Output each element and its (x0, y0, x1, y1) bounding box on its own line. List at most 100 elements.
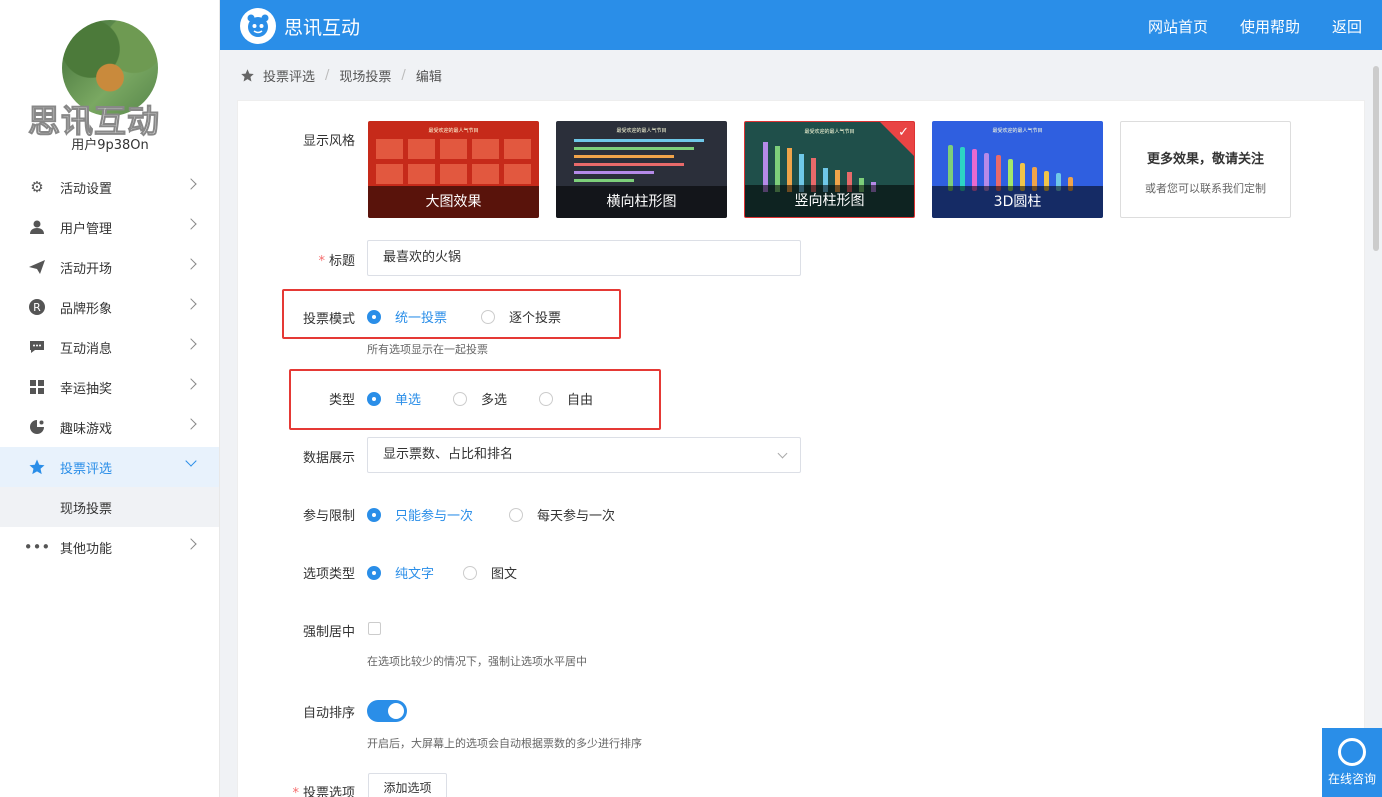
registered-icon: R (28, 298, 46, 316)
user-icon (28, 218, 46, 236)
sidebar-item-lucky-draw[interactable]: 幸运抽奖 (0, 367, 219, 407)
chevron-right-icon (185, 218, 197, 230)
breadcrumb-separator: / (401, 68, 406, 83)
center-label: 强制居中 (302, 625, 355, 640)
mini-grid (376, 139, 531, 187)
mode-radio-individual[interactable]: 逐个投票 (481, 307, 561, 326)
option-type-radio-image-text[interactable]: 图文 (463, 563, 517, 582)
sort-hint: 开启后，大屏幕上的选项会自动根据票数的多少进行排序 (367, 737, 642, 750)
chat-icon (28, 338, 46, 356)
required-mark: * (292, 786, 299, 797)
sort-label: 自动排序 (302, 706, 355, 721)
nav-home-link[interactable]: 网站首页 (1148, 16, 1208, 37)
display-select-value: 显示票数、占比和排名 (383, 447, 514, 462)
check-icon: ✓ (898, 125, 909, 140)
top-header: 思讯互动 网站首页 使用帮助 返回 (220, 0, 1382, 50)
style-option-horizontal-bar[interactable]: 最受欢迎的最人气节目 横向柱形图 (556, 121, 727, 218)
header-nav: 网站首页 使用帮助 返回 (1148, 16, 1362, 37)
sidebar: 思讯互动 用户9p38On ⚙ 活动设置 用户管理 活动开场 R 品牌形象 互动… (0, 0, 220, 797)
option-type-radio-text[interactable]: 纯文字 (367, 563, 434, 582)
nav-back-link[interactable]: 返回 (1332, 16, 1362, 37)
type-radio-multiple[interactable]: 多选 (453, 389, 507, 408)
limit-radio-daily[interactable]: 每天参与一次 (509, 505, 615, 524)
breadcrumb-item[interactable]: 现场投票 (339, 66, 391, 85)
chevron-right-icon (185, 418, 197, 430)
style-option-big-image[interactable]: 最受欢迎的最人气节目 大图效果 (368, 121, 539, 218)
more-effects-title: 更多效果，敬请关注 (1146, 152, 1264, 167)
sidebar-item-voting[interactable]: 投票评选 (0, 447, 219, 487)
sidebar-item-label: 互动消息 (60, 341, 113, 357)
scrollbar-thumb[interactable] (1373, 66, 1379, 251)
option-type-label: 选项类型 (302, 567, 355, 582)
title-input[interactable]: 最喜欢的火锅 (367, 240, 801, 276)
display-label: 数据展示 (302, 451, 355, 466)
type-radio-single[interactable]: 单选 (367, 389, 421, 408)
add-option-button[interactable]: 添加选项 (368, 773, 447, 797)
sidebar-item-label: 用户管理 (60, 221, 113, 237)
mini-title: 最受欢迎的最人气节目 (428, 128, 479, 134)
style-caption: 3D圆柱 (932, 186, 1103, 218)
chevron-right-icon (185, 538, 197, 550)
center-hint: 在选项比较少的情况下，强制让选项水平居中 (367, 655, 587, 668)
required-mark: * (318, 254, 325, 269)
mode-label: 投票模式 (302, 312, 355, 327)
sidebar-item-user-management[interactable]: 用户管理 (0, 207, 219, 247)
username: 用户9p38On (71, 138, 149, 153)
chevron-down-icon (185, 455, 197, 467)
options-label: * 投票选项 (235, 782, 355, 797)
more-effects-subtitle: 或者您可以联系我们定制 (1145, 182, 1266, 195)
type-radio-free[interactable]: 自由 (539, 389, 593, 408)
style-caption: 横向柱形图 (556, 186, 727, 218)
chevron-right-icon (185, 178, 197, 190)
sidebar-subitem-live-voting[interactable]: 现场投票 (0, 487, 219, 527)
paper-plane-icon (28, 258, 46, 276)
game-icon (28, 418, 46, 436)
limit-label: 参与限制 (302, 509, 355, 524)
sort-toggle[interactable] (367, 700, 407, 722)
chevron-right-icon (185, 378, 197, 390)
sidebar-item-activity-opening[interactable]: 活动开场 (0, 247, 219, 287)
chevron-right-icon (185, 298, 197, 310)
mode-radio-unified[interactable]: 统一投票 (367, 307, 447, 326)
mode-hint: 所有选项显示在一起投票 (367, 343, 488, 356)
sidebar-item-label: 活动开场 (60, 261, 113, 277)
mini-title: 最受欢迎的最人气节目 (992, 128, 1043, 134)
nav-help-link[interactable]: 使用帮助 (1240, 16, 1300, 37)
breadcrumb: 投票评选 / 现场投票 / 编辑 (240, 66, 442, 85)
sidebar-item-interactive-messages[interactable]: 互动消息 (0, 327, 219, 367)
limit-radio-once[interactable]: 只能参与一次 (367, 505, 473, 524)
svg-text:R: R (33, 301, 41, 314)
sidebar-item-fun-games[interactable]: 趣味游戏 (0, 407, 219, 447)
online-consult-button[interactable]: 在线咨询 (1322, 728, 1382, 797)
sidebar-menu: ⚙ 活动设置 用户管理 活动开场 R 品牌形象 互动消息 幸运抽奖 趣味游戏 投… (0, 167, 219, 567)
style-caption: 大图效果 (368, 186, 539, 218)
sidebar-item-activity-settings[interactable]: ⚙ 活动设置 (0, 167, 219, 207)
logo-text: 思讯互动 (284, 17, 361, 39)
more-icon: ••• (23, 538, 51, 556)
chevron-right-icon (185, 338, 197, 350)
sidebar-item-label: 品牌形象 (60, 301, 113, 317)
gear-icon: ⚙ (30, 178, 44, 196)
lottery-icon (28, 378, 46, 396)
sidebar-item-label: 活动设置 (60, 181, 113, 197)
sidebar-item-other-features[interactable]: ••• 其他功能 (0, 527, 219, 567)
type-label: 类型 (328, 393, 355, 408)
style-option-more: 更多效果，敬请关注 或者您可以联系我们定制 (1120, 121, 1291, 218)
center-checkbox[interactable] (368, 622, 381, 635)
mini-title: 最受欢迎的最人气节目 (616, 128, 667, 134)
style-option-3d-cylinder[interactable]: 最受欢迎的最人气节目 3D圆柱 (932, 121, 1103, 218)
breadcrumb-separator: / (325, 68, 330, 83)
star-icon (28, 458, 46, 476)
style-option-vertical-bar[interactable]: 最受欢迎的最人气节目 ✓ 竖向柱形图 (744, 121, 915, 218)
style-caption: 竖向柱形图 (745, 185, 914, 217)
headset-icon (1338, 738, 1366, 766)
display-select[interactable]: 显示票数、占比和排名 (367, 437, 801, 473)
star-icon (241, 69, 254, 82)
sidebar-item-label: 幸运抽奖 (60, 381, 113, 397)
sidebar-item-label: 趣味游戏 (60, 421, 113, 437)
title-label: * 标题 (318, 254, 355, 269)
logo-icon (240, 8, 276, 44)
breadcrumb-item[interactable]: 投票评选 (263, 66, 315, 85)
sidebar-item-brand-image[interactable]: R 品牌形象 (0, 287, 219, 327)
sidebar-item-label: 投票评选 (60, 461, 113, 477)
